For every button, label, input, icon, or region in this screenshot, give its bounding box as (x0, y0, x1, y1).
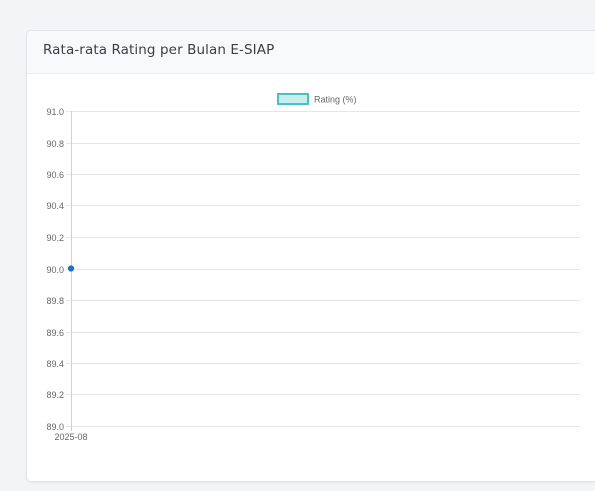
x-tick-label: 2025-08 (54, 432, 87, 442)
y-tick-label: 90.6 (46, 170, 64, 180)
y-axis-ticks: 91.0 90.8 90.6 90.4 90.2 90.0 89.8 89.6 89.4 89.2… (46, 107, 64, 432)
legend[interactable]: Rating (%) (277, 93, 357, 105)
series-layer (67, 265, 75, 272)
y-tick-label: 90.8 (46, 139, 64, 149)
y-tick-label: 90.2 (46, 233, 64, 243)
data-point[interactable] (67, 265, 75, 272)
y-tick-label: 89.4 (46, 359, 64, 369)
y-tick-label: 89.0 (46, 422, 64, 432)
grid-lines (66, 111, 580, 427)
line-chart: 91.0 90.8 90.6 90.4 90.2 90.0 89.8 89.6 89.4 89.2… (46, 93, 580, 442)
y-tick-label: 89.8 (46, 296, 64, 306)
y-tick-label: 89.2 (46, 390, 64, 400)
legend-label[interactable]: Rating (%) (314, 95, 357, 105)
x-axis-ticks: 2025-08 (54, 432, 87, 442)
y-tick-label: 90.0 (46, 265, 64, 275)
legend-swatch[interactable] (277, 93, 309, 105)
y-tick-label: 90.4 (46, 201, 64, 211)
y-tick-label: 91.0 (46, 107, 64, 117)
y-tick-label: 89.6 (46, 328, 64, 338)
